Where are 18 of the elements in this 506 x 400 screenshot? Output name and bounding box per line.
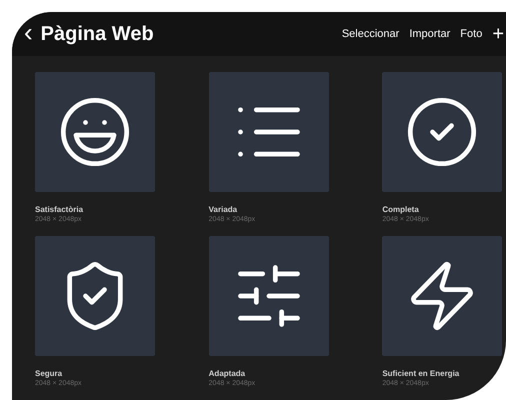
artwork-thumbnail[interactable] [35,236,155,356]
artwork-thumbnail[interactable] [382,236,502,356]
back-button[interactable]: ‹ [24,19,33,45]
artwork-title: Suficient en Energia [382,369,460,379]
artwork-title: Variada [208,205,238,215]
artwork-title: Segura [35,369,64,379]
header-action[interactable]: Foto [460,26,482,42]
artwork-thumbnail[interactable] [208,236,329,356]
artwork-thumbnail[interactable] [208,72,329,192]
artwork-thumbnail[interactable] [35,72,155,192]
artwork-title: Satisfactòria [35,205,84,215]
page-title: Pàgina Web [40,22,154,47]
header-action[interactable]: Importar [409,26,450,42]
artwork-title: Adaptada [208,369,246,379]
artwork-thumbnail[interactable] [382,72,502,192]
artwork-title: Completa [382,205,420,215]
header-action[interactable]: Seleccionar [342,26,400,42]
add-button[interactable]: + [492,24,504,44]
